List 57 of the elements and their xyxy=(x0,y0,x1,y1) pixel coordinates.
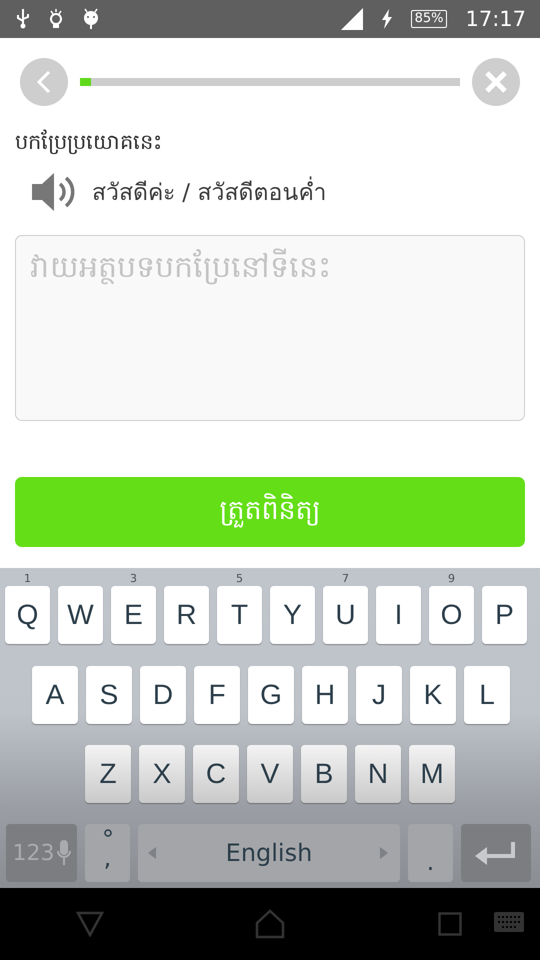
signal-icon xyxy=(340,8,363,30)
letter-key[interactable]: B xyxy=(301,745,347,803)
letter-key[interactable]: X xyxy=(139,745,185,803)
letter-key[interactable]: N xyxy=(355,745,401,803)
close-button[interactable] xyxy=(472,58,520,106)
letter-key[interactable]: Q xyxy=(5,586,50,644)
letter-key[interactable]: E xyxy=(111,586,156,644)
number-hint: 7 xyxy=(342,572,349,586)
letter-key[interactable]: Z xyxy=(85,745,131,803)
instruction-text: បកប្រែប្រយោគនេះ xyxy=(15,128,163,156)
keyboard-icon[interactable] xyxy=(494,912,524,932)
enter-icon xyxy=(475,840,517,866)
left-arrow-icon xyxy=(148,847,156,859)
letter-key[interactable]: K xyxy=(410,666,456,724)
letter-key[interactable]: L xyxy=(464,666,510,724)
number-hint: 9 xyxy=(448,572,455,586)
letter-key[interactable]: U xyxy=(323,586,368,644)
charging-icon xyxy=(380,9,393,29)
letter-key[interactable]: T xyxy=(217,586,262,644)
recent-apps-icon[interactable] xyxy=(438,912,462,936)
clock: 17:17 xyxy=(465,7,526,31)
letter-key[interactable]: V xyxy=(247,745,293,803)
letter-key[interactable]: S xyxy=(86,666,132,724)
letter-key[interactable]: R xyxy=(164,586,209,644)
enter-key[interactable] xyxy=(461,824,531,882)
letter-key[interactable]: D xyxy=(140,666,186,724)
battery-level: 85% xyxy=(410,10,448,28)
lightbulb-icon xyxy=(48,8,64,30)
android-icon xyxy=(82,8,100,30)
letter-key[interactable]: M xyxy=(409,745,455,803)
usb-icon xyxy=(16,9,30,29)
letter-key[interactable]: G xyxy=(248,666,294,724)
letter-key[interactable]: H xyxy=(302,666,348,724)
letter-key[interactable]: I xyxy=(376,586,421,644)
letter-key[interactable]: F xyxy=(194,666,240,724)
microphone-icon xyxy=(56,840,70,866)
back-icon[interactable] xyxy=(76,911,104,937)
right-arrow-icon xyxy=(380,847,388,859)
letter-key[interactable]: A xyxy=(32,666,78,724)
letter-key[interactable]: J xyxy=(356,666,402,724)
home-icon[interactable] xyxy=(255,909,285,939)
back-button[interactable] xyxy=(20,58,68,106)
comma-key[interactable]: , xyxy=(85,824,130,882)
speaker-icon[interactable] xyxy=(32,171,76,213)
close-icon xyxy=(484,70,508,94)
letter-key[interactable]: W xyxy=(58,586,103,644)
letter-key[interactable]: C xyxy=(193,745,239,803)
space-key[interactable]: English xyxy=(138,824,400,882)
letter-key[interactable]: Y xyxy=(270,586,315,644)
sentence-text: สวัสดีค่ะ / สวัสดีตอนค่ำ xyxy=(92,174,326,210)
letter-key[interactable]: P xyxy=(482,586,527,644)
number-hint: 5 xyxy=(236,572,243,586)
letter-key[interactable]: O xyxy=(429,586,474,644)
number-hint: 3 xyxy=(130,572,137,586)
chevron-left-icon xyxy=(36,70,52,94)
period-key[interactable]: . xyxy=(408,824,453,882)
number-hint: 1 xyxy=(24,572,31,586)
